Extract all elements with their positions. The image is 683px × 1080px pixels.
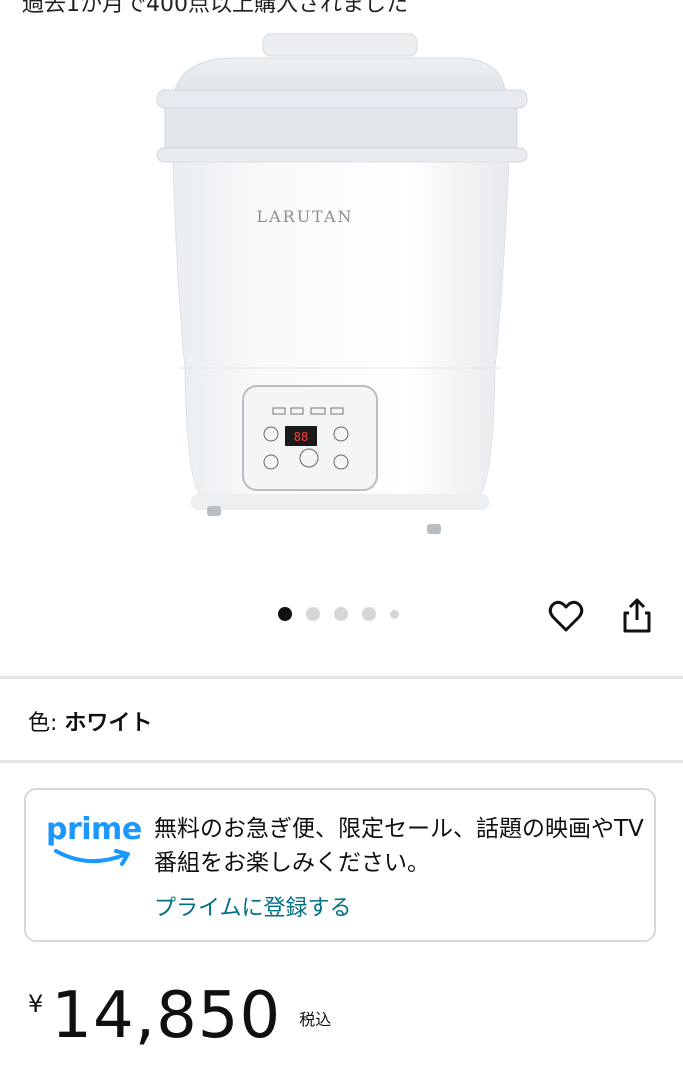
product-image[interactable]: LARUTAN 88 <box>95 28 585 548</box>
heart-icon[interactable] <box>546 596 586 636</box>
variant-label: 色: <box>28 711 65 736</box>
brand-logo-text: LARUTAN <box>256 207 353 226</box>
prime-logo: prime <box>46 812 142 874</box>
price-block: ¥ 14,850 税込 <box>28 976 331 1056</box>
prime-logo-text: prime <box>46 812 142 847</box>
carousel-dot-active[interactable] <box>278 607 292 621</box>
carousel-dot[interactable] <box>334 607 348 621</box>
carousel-dot[interactable] <box>390 609 399 619</box>
prime-signup-link[interactable]: プライムに登録する <box>154 890 352 922</box>
purchase-count-text: 過去1か月で400点以上購入されました <box>22 0 408 17</box>
svg-text:88: 88 <box>294 430 308 444</box>
variant-value: ホワイト <box>64 711 153 736</box>
prime-smile-icon <box>54 849 130 866</box>
carousel-dots[interactable] <box>278 606 399 622</box>
prime-message: 無料のお急ぎ便、限定セール、話題の映画やTV番組をお楽しみください。 <box>154 816 644 876</box>
variant-color-row: 色: ホワイト <box>28 705 152 737</box>
price-amount: 14,850 <box>51 979 282 1053</box>
price-tax-note: 税込 <box>299 1010 332 1029</box>
price-currency: ¥ <box>28 990 44 1018</box>
carousel-dot[interactable] <box>306 607 320 621</box>
prime-promo-card[interactable]: prime 無料のお急ぎ便、限定セール、話題の映画やTV番組をお楽しみください。… <box>24 788 656 942</box>
section-divider <box>0 676 683 679</box>
section-divider <box>0 760 683 763</box>
share-icon[interactable] <box>617 596 657 636</box>
carousel-dot[interactable] <box>362 607 376 621</box>
